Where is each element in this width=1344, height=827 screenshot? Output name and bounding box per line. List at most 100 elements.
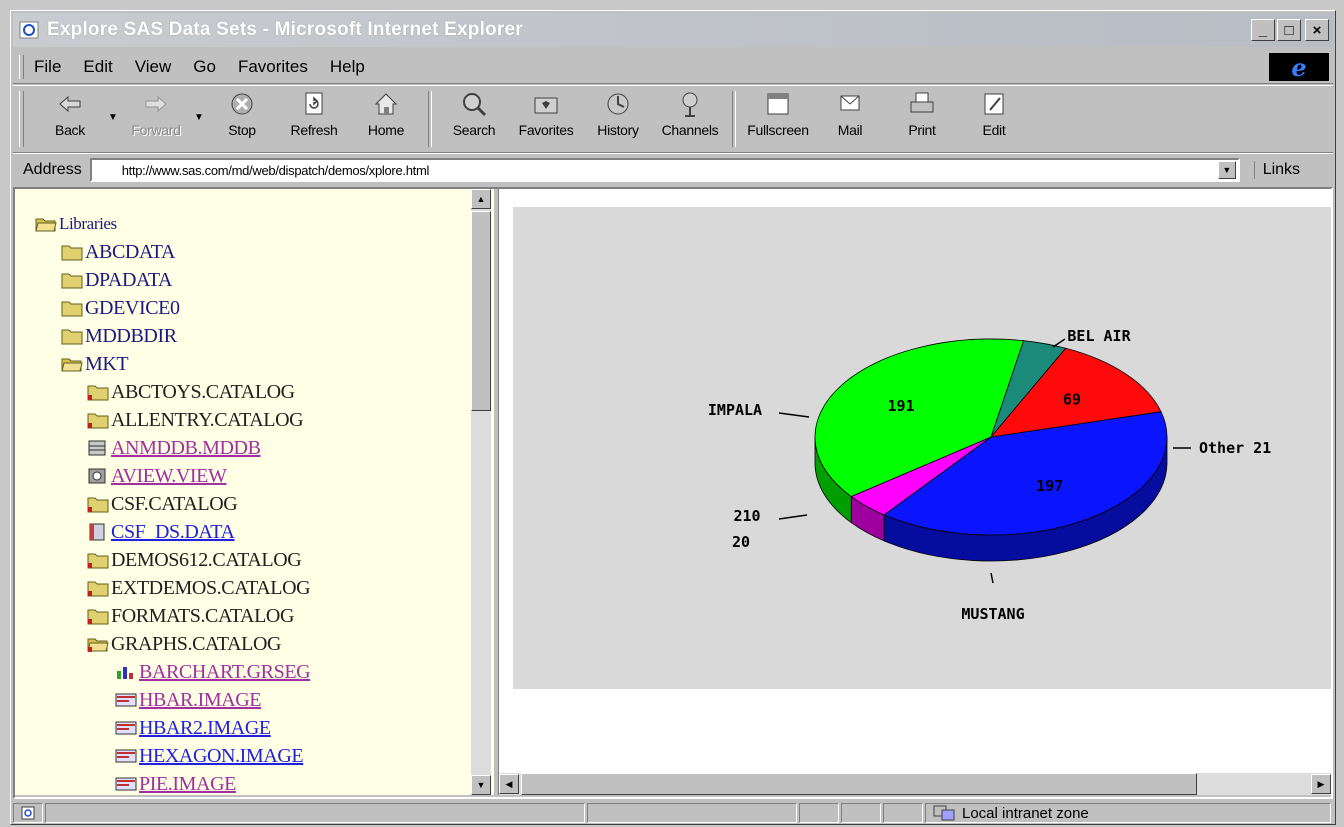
- mddb-icon: [88, 440, 106, 456]
- edit-icon: [984, 93, 1004, 115]
- catalog-folder-icon: [87, 497, 109, 513]
- label-bel-air: BEL AIR: [1067, 327, 1131, 345]
- entry-node[interactable]: HBAR2.IMAGE: [115, 715, 271, 741]
- horizontal-scroll-thumb[interactable]: [521, 773, 1197, 795]
- address-input[interactable]: http://www.sas.com/md/web/dispatch/demos…: [89, 158, 1240, 182]
- scroll-thumb[interactable]: [471, 211, 491, 411]
- member-node[interactable]: DEMOS612.CATALOG: [87, 547, 302, 573]
- status-bar: Local intranet zone: [13, 801, 1333, 825]
- entry-link[interactable]: HBAR2.IMAGE: [139, 717, 271, 740]
- title-bar[interactable]: Explore SAS Data Sets - Microsoft Intern…: [13, 13, 1333, 47]
- data-set-icon: [89, 523, 105, 541]
- entry-node[interactable]: BARCHART.GRSEG: [115, 659, 311, 685]
- member-link[interactable]: AVIEW.VIEW: [111, 465, 227, 488]
- scroll-up-button[interactable]: ▲: [471, 189, 491, 209]
- favorites-button[interactable]: Favorites: [510, 86, 582, 148]
- entry-node[interactable]: PIE.IMAGE: [115, 771, 236, 795]
- close-button[interactable]: ×: [1305, 19, 1329, 41]
- label-impala: IMPALA: [708, 401, 762, 419]
- refresh-icon: [305, 92, 323, 115]
- member-node-open[interactable]: GRAPHS.CATALOG: [87, 631, 281, 657]
- library-label: MKT: [85, 352, 129, 375]
- member-node[interactable]: CSF_DS.DATA: [87, 519, 235, 545]
- library-label: ABCDATA: [85, 240, 176, 263]
- maximize-button[interactable]: □: [1277, 19, 1301, 41]
- fullscreen-button[interactable]: Fullscreen: [742, 86, 814, 148]
- library-node[interactable]: DPADATA: [61, 267, 173, 293]
- print-icon: [910, 92, 934, 113]
- library-label: DPADATA: [85, 268, 173, 291]
- entry-link[interactable]: BARCHART.GRSEG: [139, 661, 311, 684]
- menu-favorites[interactable]: Favorites: [238, 57, 308, 77]
- home-icon: [374, 93, 398, 115]
- back-arrow-icon: [59, 95, 81, 113]
- menu-bar: File Edit View Go Favorites Help e: [13, 51, 1333, 84]
- label-mustang: MUSTANG: [961, 605, 1024, 623]
- library-node[interactable]: ABCDATA: [61, 239, 175, 265]
- member-node[interactable]: ALLENTRY.CATALOG: [87, 407, 304, 433]
- entry-link[interactable]: HEXAGON.IMAGE: [139, 745, 304, 768]
- home-button[interactable]: Home: [350, 86, 422, 148]
- print-label: Print: [908, 122, 936, 138]
- scroll-right-button[interactable]: ▶: [1311, 774, 1331, 794]
- minimize-button[interactable]: _: [1251, 19, 1275, 41]
- links-button[interactable]: Links: [1253, 161, 1300, 179]
- library-node-open[interactable]: MKT: [61, 351, 129, 377]
- scroll-left-button[interactable]: ◀: [499, 774, 519, 794]
- member-node[interactable]: FORMATS.CATALOG: [87, 603, 294, 629]
- member-link[interactable]: CSF_DS.DATA: [111, 521, 235, 544]
- address-dropdown-icon[interactable]: ▼: [1217, 161, 1236, 179]
- member-node[interactable]: AVIEW.VIEW: [87, 463, 227, 489]
- scroll-down-button[interactable]: ▼: [471, 775, 491, 795]
- browser-window: Explore SAS Data Sets - Microsoft Intern…: [10, 10, 1336, 825]
- ie-app-icon[interactable]: [19, 20, 39, 40]
- mail-icon: [840, 95, 860, 111]
- tree-vertical-scrollbar[interactable]: ▲ ▼: [471, 189, 491, 795]
- member-node[interactable]: CSF.CATALOG: [87, 491, 238, 517]
- member-link[interactable]: ANMDDB.MDDB: [111, 437, 261, 460]
- member-node[interactable]: ABCTOYS.CATALOG: [87, 379, 295, 405]
- forward-label: Forward: [131, 122, 181, 138]
- search-label: Search: [452, 122, 496, 138]
- edit-button[interactable]: Edit: [958, 86, 1030, 148]
- entry-node[interactable]: HBAR.IMAGE: [115, 687, 262, 713]
- history-button[interactable]: History: [582, 86, 654, 148]
- menu-view[interactable]: View: [135, 57, 172, 77]
- channels-button[interactable]: Channels: [654, 86, 726, 148]
- forward-button[interactable]: Forward: [120, 86, 192, 148]
- catalog-folder-icon: [87, 413, 109, 429]
- entry-node[interactable]: HEXAGON.IMAGE: [115, 743, 304, 769]
- menu-file[interactable]: File: [34, 57, 61, 77]
- leader-mustang: [990, 572, 994, 584]
- zone-label: Local intranet zone: [962, 804, 1089, 822]
- toolbar-grip[interactable]: [19, 91, 24, 147]
- status-panel: [587, 803, 797, 823]
- chart-horizontal-scrollbar[interactable]: ◀ ▶: [499, 773, 1331, 795]
- pie-value-label: 69: [1063, 390, 1081, 408]
- stop-button[interactable]: Stop: [206, 86, 278, 148]
- tree-root-libraries[interactable]: Libraries: [35, 211, 117, 237]
- menu-edit[interactable]: Edit: [83, 57, 112, 77]
- pie-chart-panel: 197 191 69 BEL AIR Other 21 IMPALA 210 20 MUSTAN…: [513, 207, 1331, 689]
- print-button[interactable]: Print: [886, 86, 958, 148]
- library-node[interactable]: MDDBDIR: [61, 323, 177, 349]
- entry-link[interactable]: PIE.IMAGE: [139, 773, 236, 796]
- menu-grip[interactable]: [19, 55, 24, 79]
- back-button[interactable]: Back: [34, 86, 106, 148]
- menu-go[interactable]: Go: [193, 57, 216, 77]
- member-node[interactable]: ANMDDB.MDDB: [87, 435, 261, 461]
- library-node[interactable]: GDEVICE0: [61, 295, 180, 321]
- refresh-button[interactable]: Refresh: [278, 86, 350, 148]
- label-other: Other 21: [1199, 439, 1271, 457]
- chart-frame: 197 191 69 BEL AIR Other 21 IMPALA 210 20 MUSTAN…: [499, 189, 1331, 795]
- address-bar: Address http://www.sas.com/md/web/dispat…: [13, 153, 1333, 186]
- library-label: GDEVICE0: [85, 296, 180, 319]
- back-dropdown-icon[interactable]: ▼: [106, 86, 120, 148]
- member-node[interactable]: EXTDEMOS.CATALOG: [87, 575, 311, 601]
- forward-dropdown-icon[interactable]: ▼: [192, 86, 206, 148]
- image-icon: [115, 721, 137, 735]
- menu-help[interactable]: Help: [330, 57, 365, 77]
- search-button[interactable]: Search: [438, 86, 510, 148]
- mail-button[interactable]: Mail: [814, 86, 886, 148]
- entry-link[interactable]: HBAR.IMAGE: [139, 689, 262, 712]
